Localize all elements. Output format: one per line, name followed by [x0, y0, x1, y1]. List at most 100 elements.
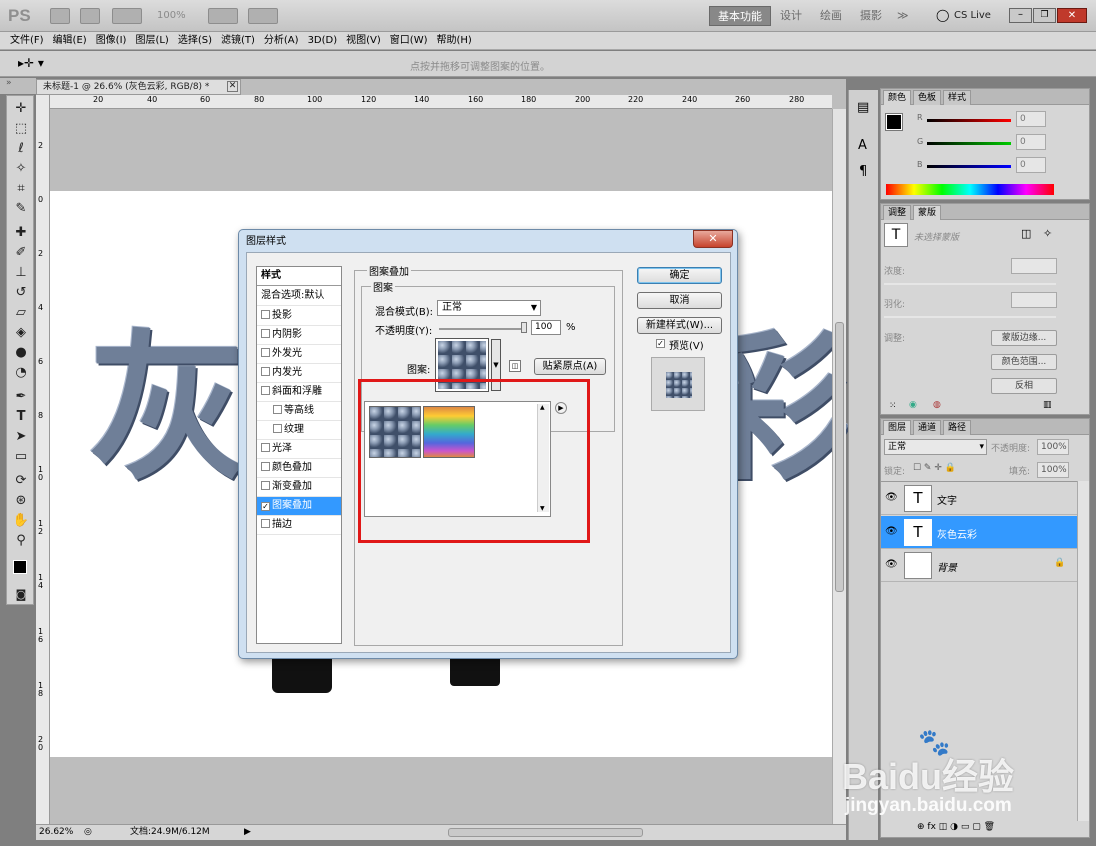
menu-image[interactable]: 图像(I) [96, 32, 127, 49]
document-close-icon[interactable]: ✕ [227, 81, 238, 92]
workspace-design[interactable]: 设计 [772, 6, 810, 26]
blend-options-item[interactable]: 混合选项:默认 [257, 287, 341, 306]
healing-brush-tool-icon[interactable]: ✚ [11, 224, 31, 242]
brush-tool-icon[interactable]: ✐ [11, 244, 31, 262]
minibridge-button[interactable] [80, 8, 100, 24]
layers-bottom-icons[interactable]: ⊕ fx ◫ ◑ ▭ ▢ 🗑 [917, 822, 995, 832]
menu-edit[interactable]: 编辑(E) [53, 32, 87, 49]
load-selection-icon[interactable]: ⁙ [889, 401, 897, 411]
lasso-tool-icon[interactable]: ℓ [11, 140, 31, 158]
quick-select-tool-icon[interactable]: ✧ [11, 160, 31, 178]
style-item-bevel[interactable]: 斜面和浮雕 [257, 383, 341, 402]
histogram-icon[interactable]: ▤ [857, 100, 869, 115]
checkbox[interactable] [261, 519, 270, 528]
menu-filter[interactable]: 滤镜(T) [221, 32, 255, 49]
eraser-tool-icon[interactable]: ▱ [11, 304, 31, 322]
move-tool-icon[interactable]: ✛ [11, 100, 31, 118]
layer-row-gray-cloud[interactable]: 👁 T 灰色云彩 [881, 516, 1077, 549]
paint-bucket-tool-icon[interactable]: ◈ [11, 324, 31, 342]
type-tool-icon[interactable]: T [11, 408, 31, 426]
paragraph-icon[interactable]: ¶ [859, 164, 867, 179]
checkbox[interactable] [261, 348, 270, 357]
tab-channels[interactable]: 通道 [913, 420, 942, 435]
style-item-gradient-overlay[interactable]: 渐变叠加 [257, 478, 341, 497]
character-icon[interactable]: A [858, 138, 867, 153]
invert-button[interactable]: 反相 [991, 378, 1057, 394]
style-item-drop-shadow[interactable]: 投影 [257, 307, 341, 326]
tab-swatches[interactable]: 色板 [913, 90, 942, 105]
pixel-mask-icon[interactable]: ◫ [1021, 227, 1031, 240]
workspace-more[interactable]: ≫ [889, 6, 917, 26]
input-g[interactable]: 0 [1016, 134, 1046, 150]
blur-tool-icon[interactable]: ● [11, 344, 31, 362]
checkbox[interactable] [261, 386, 270, 395]
style-item-texture[interactable]: 纹理 [257, 421, 341, 440]
checkbox[interactable] [261, 310, 270, 319]
workspace-painting[interactable]: 绘画 [812, 6, 850, 26]
opacity-input[interactable]: 100 [531, 320, 561, 335]
disable-mask-icon[interactable]: ◍ [933, 400, 941, 410]
cslive-button[interactable]: CS Live [954, 10, 991, 21]
horizontal-scrollbar-thumb[interactable] [448, 828, 643, 837]
blend-mode-dropdown[interactable]: 正常 ▼ [437, 300, 541, 316]
document-tab[interactable]: 未标题-1 @ 26.6% (灰色云彩, RGB/8) * ✕ [36, 79, 241, 95]
blend-mode-select[interactable]: 正常 ▾ [884, 439, 987, 455]
menu-view[interactable]: 视图(V) [346, 32, 381, 49]
toolbox-collapse-icon[interactable]: » [0, 78, 36, 94]
layer-row-text[interactable]: 👁 T 文字 [881, 482, 1077, 515]
zoom-level[interactable]: 100% [157, 10, 186, 21]
clone-stamp-tool-icon[interactable]: ⊥ [11, 264, 31, 282]
eye-icon[interactable]: 👁 [885, 492, 898, 503]
cancel-button[interactable]: 取消 [637, 292, 722, 309]
color-range-button[interactable]: 颜色范围... [991, 354, 1057, 370]
restore-button[interactable]: ❐ [1033, 8, 1056, 23]
color-fg-swatch[interactable] [885, 113, 903, 131]
status-menu-icon[interactable]: ▶ [244, 825, 251, 840]
eye-icon[interactable]: 👁 [885, 526, 898, 537]
minimize-button[interactable]: – [1009, 8, 1032, 23]
screen-mode-button[interactable] [248, 8, 278, 24]
preview-checkbox[interactable]: ✓ [656, 339, 665, 348]
style-item-color-overlay[interactable]: 颜色叠加 [257, 459, 341, 478]
eyedropper-tool-icon[interactable]: ✎ [11, 200, 31, 218]
styles-header[interactable]: 样式 [257, 267, 341, 286]
crop-tool-icon[interactable]: ⌗ [11, 180, 31, 198]
feather-input[interactable] [1011, 292, 1057, 308]
tab-adjustments[interactable]: 调整 [883, 205, 912, 220]
slider-g[interactable] [927, 142, 1011, 145]
tab-masks[interactable]: 蒙版 [913, 205, 942, 220]
vector-mask-icon[interactable]: ✧ [1043, 227, 1052, 240]
menu-window[interactable]: 窗口(W) [390, 32, 428, 49]
menu-file[interactable]: 文件(F) [10, 32, 44, 49]
checkbox[interactable] [261, 367, 270, 376]
style-item-inner-glow[interactable]: 内发光 [257, 364, 341, 383]
status-info-icon[interactable]: ◎ [84, 825, 92, 840]
tab-styles[interactable]: 样式 [943, 90, 972, 105]
3d-orbit-tool-icon[interactable]: ⊛ [11, 492, 31, 510]
layer-row-background[interactable]: 👁 背景 🔒 [881, 549, 1077, 582]
dialog-close-button[interactable]: ✕ [693, 230, 733, 248]
marquee-tool-icon[interactable]: ⬚ [11, 120, 31, 138]
delete-mask-icon[interactable]: ▥ [1043, 400, 1052, 410]
view-extras-button[interactable] [112, 8, 142, 24]
menu-analysis[interactable]: 分析(A) [264, 32, 299, 49]
close-window-button[interactable]: ✕ [1057, 8, 1087, 23]
fill-input[interactable]: 100% [1037, 462, 1069, 478]
layers-scrollbar[interactable] [1077, 481, 1089, 821]
bridge-button[interactable] [50, 8, 70, 24]
style-item-stroke[interactable]: 描边 [257, 516, 341, 535]
mask-edge-button[interactable]: 蒙版边缘... [991, 330, 1057, 346]
feather-slider[interactable] [884, 316, 1056, 318]
3d-rotate-tool-icon[interactable]: ⟳ [11, 472, 31, 490]
move-tool-preset-icon[interactable]: ▸✛ ▾ [18, 56, 44, 70]
pen-tool-icon[interactable]: ✒ [11, 388, 31, 406]
eye-icon[interactable]: 👁 [885, 559, 898, 570]
status-zoom[interactable]: 26.62% [39, 825, 73, 840]
density-slider[interactable] [884, 283, 1056, 285]
checkbox[interactable] [273, 424, 282, 433]
vertical-scrollbar[interactable] [832, 109, 846, 825]
dodge-tool-icon[interactable]: ◔ [11, 364, 31, 382]
style-item-inner-shadow[interactable]: 内阴影 [257, 326, 341, 345]
lock-icons[interactable]: ☐ ✎ ✛ 🔒 [913, 463, 956, 473]
ok-button[interactable]: 确定 [637, 267, 722, 284]
